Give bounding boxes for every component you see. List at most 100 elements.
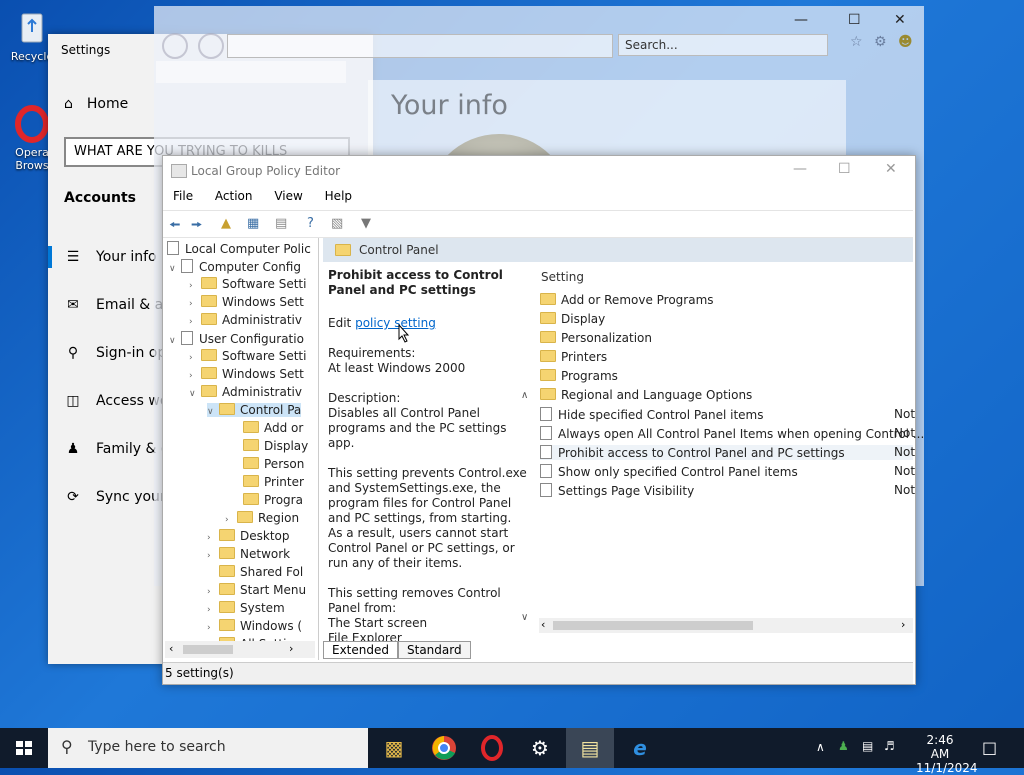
close-icon[interactable]: ✕ (894, 12, 906, 28)
tree-item[interactable]: ∨ Computer Config (169, 259, 301, 274)
tree-item-selected[interactable]: ∨ Control Pa (207, 403, 302, 417)
scroll-right-icon[interactable]: › (901, 618, 905, 631)
expand-icon: › (207, 605, 211, 615)
tree-item[interactable]: Add or (243, 421, 303, 435)
window-title: Local Group Policy Editor (191, 164, 341, 178)
forward-arrow-icon[interactable]: 🠚 (191, 216, 202, 238)
clock[interactable]: 2:46 AM 11/1/2024 (916, 733, 978, 775)
policy-row[interactable]: Always open All Control Panel Items when… (540, 426, 924, 441)
column-header-setting[interactable]: Setting (541, 270, 584, 284)
tree-item[interactable]: › Desktop (207, 529, 290, 543)
menu-help[interactable]: Help (325, 189, 352, 203)
edit-policy-link[interactable]: policy setting (355, 316, 436, 330)
tree-item[interactable]: › Windows Sett (189, 295, 304, 309)
tree-item[interactable]: › Administrativ (189, 313, 302, 327)
list-horizontal-scrollbar[interactable]: ‹ › (539, 618, 913, 633)
tree-item[interactable]: Person (243, 457, 304, 471)
tree-item[interactable]: › Network (207, 547, 290, 561)
folder-row[interactable]: Regional and Language Options (540, 388, 752, 402)
show-hide-tree-icon[interactable]: ▦ (247, 216, 259, 231)
start-button[interactable] (0, 728, 48, 768)
policy-row[interactable]: Hide specified Control Panel items Not (540, 407, 915, 422)
folder-row[interactable]: Add or Remove Programs (540, 293, 714, 307)
tree-item[interactable]: Display (243, 439, 308, 453)
tab-standard[interactable]: Standard (398, 641, 471, 659)
windows-logo-icon (16, 741, 32, 755)
expand-icon: › (207, 551, 211, 561)
tree-item[interactable]: Local Computer Polic (167, 241, 311, 256)
network-icon[interactable]: ▤ (862, 739, 873, 753)
folder-icon (219, 619, 235, 631)
taskbar-search-box[interactable]: ⚲ Type here to search (48, 728, 368, 768)
ie-icon[interactable]: e (616, 728, 664, 768)
forward-icon[interactable] (198, 33, 224, 59)
back-arrow-icon[interactable]: 🠘 (169, 216, 180, 238)
tree-item[interactable]: Progra (243, 493, 303, 507)
minimize-icon[interactable]: — (793, 161, 807, 177)
nav-your-info[interactable]: ☰ Your info (64, 249, 157, 265)
tree-item[interactable]: › Software Setti (189, 349, 306, 363)
filter-icon[interactable]: ▼ (361, 216, 371, 231)
tree-item[interactable]: › Start Menu (207, 583, 306, 597)
close-icon[interactable]: ✕ (885, 161, 897, 177)
tree-item[interactable]: › Windows Sett (189, 367, 304, 381)
tree-item[interactable]: ∨ Administrativ (189, 385, 302, 399)
edit-prefix: Edit (328, 316, 352, 330)
file-explorer-icon[interactable]: ▩ (370, 728, 418, 768)
scroll-down-icon[interactable]: ∨ (521, 612, 528, 623)
expand-icon: › (207, 587, 211, 597)
tree-item[interactable]: › Windows ( (207, 619, 302, 633)
policy-row[interactable]: Settings Page Visibility Not (540, 483, 915, 498)
tree-item[interactable]: › System (207, 601, 285, 615)
menu-view[interactable]: View (274, 189, 302, 203)
scroll-right-icon[interactable]: › (289, 642, 293, 655)
tree-item[interactable]: Printer (243, 475, 304, 489)
tab-extended[interactable]: Extended (323, 641, 398, 659)
chrome-icon[interactable] (420, 728, 468, 768)
ie-search-input[interactable]: Search... (618, 34, 828, 56)
address-bar[interactable] (227, 34, 613, 58)
menu-file[interactable]: File (173, 189, 193, 203)
back-icon[interactable] (162, 33, 188, 59)
scroll-thumb[interactable] (183, 645, 233, 654)
tree-item[interactable]: › Software Setti (189, 277, 306, 291)
maximize-icon[interactable]: ☐ (838, 161, 851, 177)
star-icon[interactable]: ☆ (850, 34, 863, 50)
tree-item[interactable]: ∨ User Configuratio (169, 331, 304, 346)
up-folder-icon[interactable]: ▲ (221, 216, 231, 231)
scroll-left-icon[interactable]: ‹ (541, 618, 545, 631)
user-tray-icon[interactable]: ♟ (838, 739, 849, 753)
menu-action[interactable]: Action (215, 189, 253, 203)
tree-item[interactable]: Shared Fol (207, 565, 303, 579)
settings-gear-icon[interactable]: ⚙ (516, 728, 564, 768)
gear-icon[interactable]: ⚙ (874, 34, 887, 50)
scroll-left-icon[interactable]: ‹ (169, 642, 173, 655)
policy-row[interactable]: Show only specified Control Panel items N… (540, 464, 915, 479)
opera-icon[interactable] (468, 728, 516, 768)
tray-overflow-icon[interactable]: ∧ (816, 740, 825, 754)
tree-pane: Local Computer Polic ∨ Computer Config › S… (163, 238, 319, 660)
policy-row-selected[interactable]: Prohibit access to Control Panel and PC … (540, 445, 915, 460)
notepad-icon[interactable]: ▤ (566, 728, 614, 768)
folder-row[interactable]: Display (540, 312, 605, 326)
smiley-icon[interactable]: ☻ (898, 34, 913, 50)
minimize-icon[interactable]: — (794, 12, 808, 28)
export-icon[interactable]: ▤ (275, 216, 287, 231)
expand-icon: › (225, 515, 229, 525)
folder-row[interactable]: Personalization (540, 331, 652, 345)
browser-tab[interactable] (156, 61, 346, 83)
scroll-thumb[interactable] (553, 621, 753, 630)
scroll-up-icon[interactable]: ∧ (521, 390, 528, 401)
tree-horizontal-scrollbar[interactable]: ‹ › (165, 641, 315, 658)
maximize-icon[interactable]: ☐ (848, 12, 861, 28)
tree-item[interactable]: › Region (225, 511, 299, 525)
volume-icon[interactable]: ♬ (884, 739, 895, 753)
folder-row[interactable]: Printers (540, 350, 607, 364)
notifications-icon[interactable]: □ (982, 738, 997, 757)
header-title: Control Panel (359, 243, 439, 257)
home-nav[interactable]: ⌂ Home (64, 96, 128, 112)
help-icon[interactable]: ? (307, 216, 314, 231)
computer-icon (181, 259, 193, 273)
properties-icon[interactable]: ▧ (331, 216, 343, 231)
folder-row[interactable]: Programs (540, 369, 618, 383)
